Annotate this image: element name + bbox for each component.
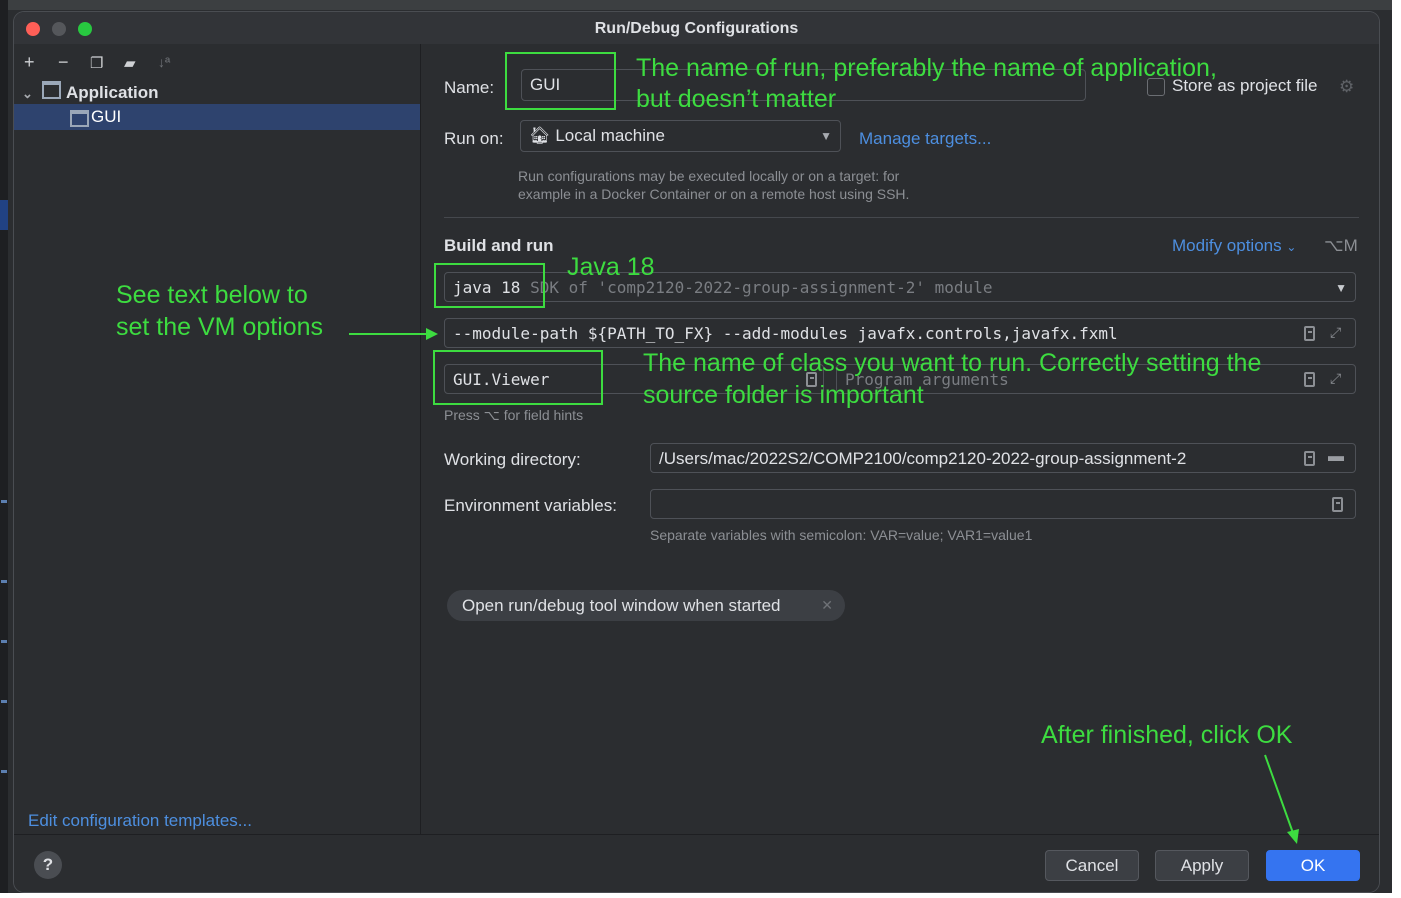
annotation-arrows xyxy=(349,328,1299,844)
vm-arrow-head xyxy=(426,328,438,340)
ok-arrow-line xyxy=(1264,754,1294,834)
ok-arrow-head xyxy=(1287,829,1299,844)
